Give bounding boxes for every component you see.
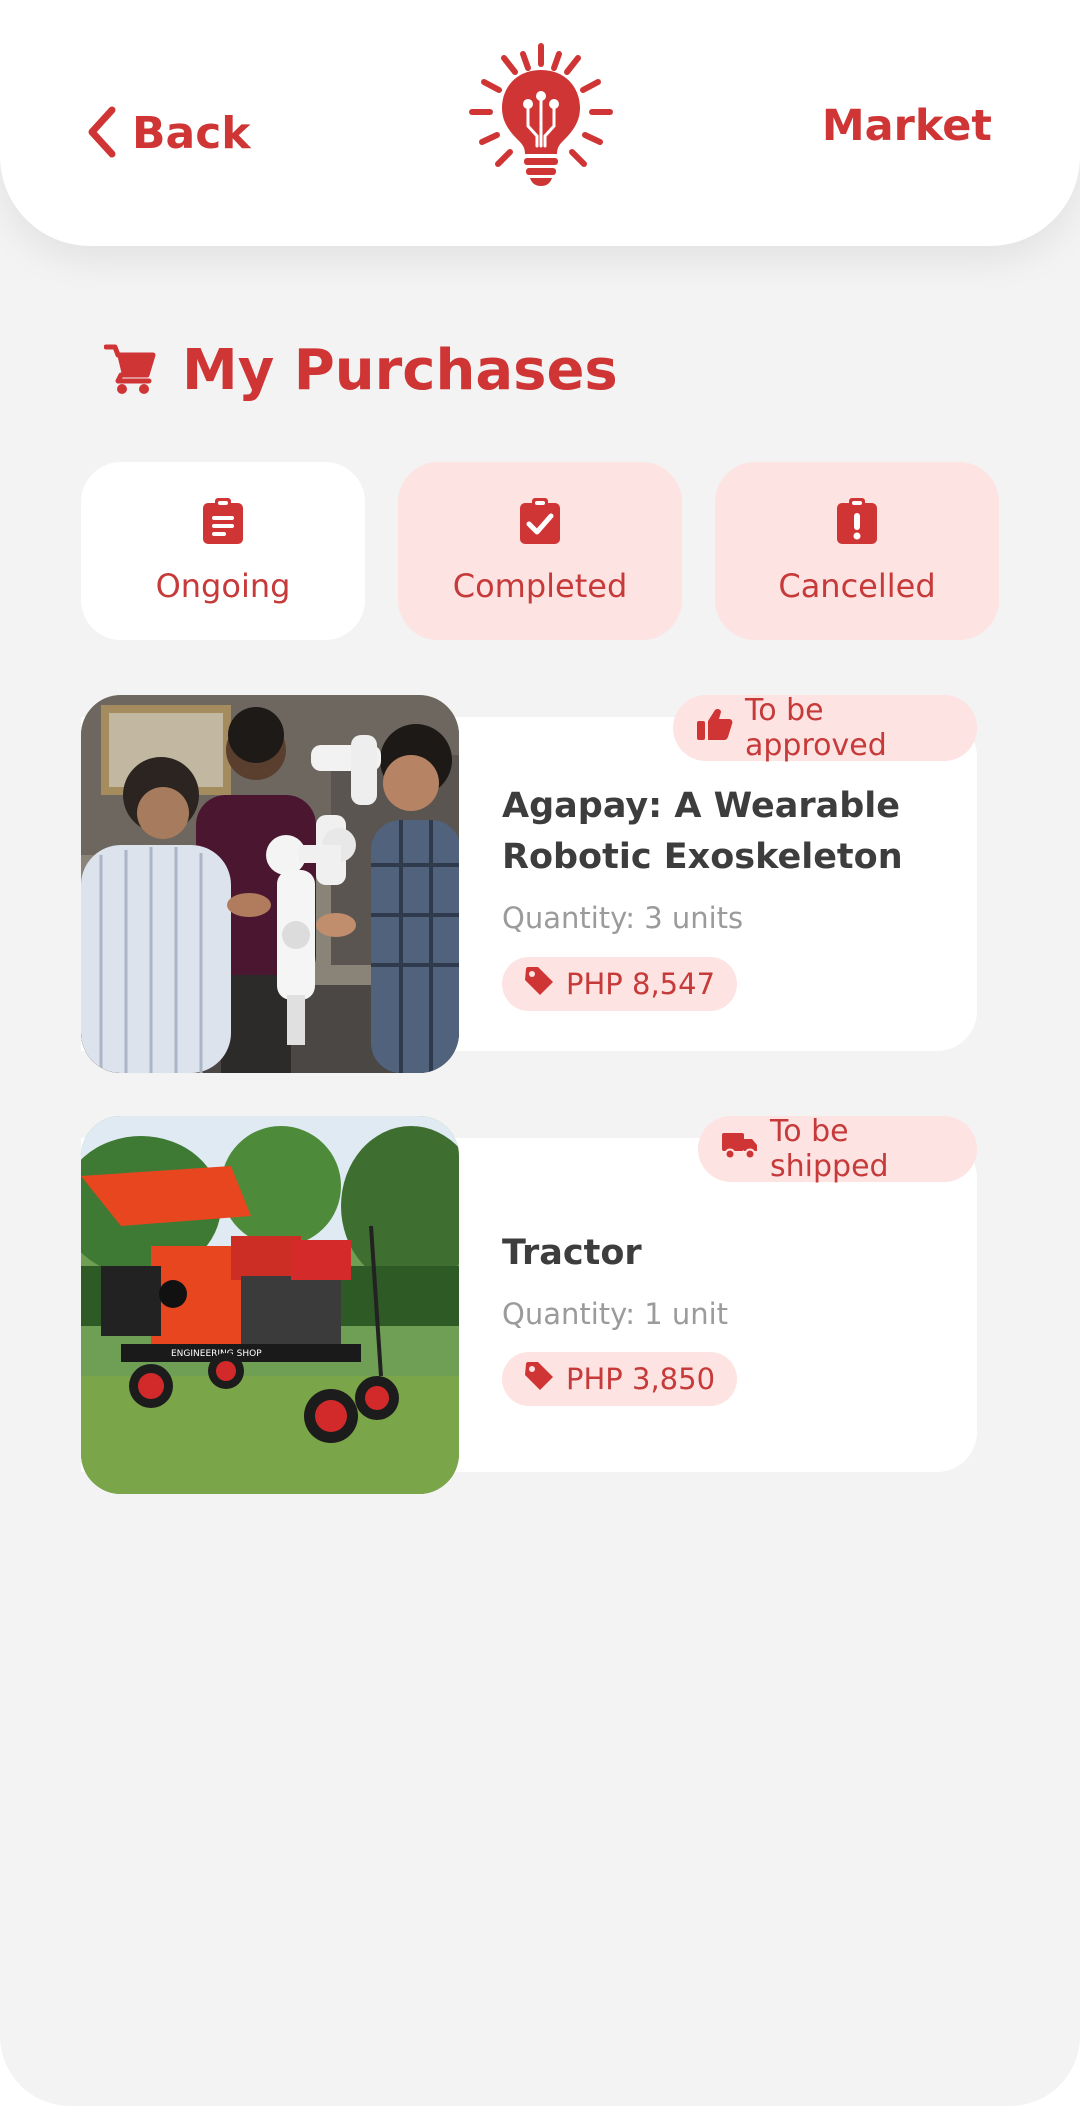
shopping-cart-icon: [103, 343, 156, 399]
product-name: Tractor: [502, 1228, 642, 1279]
status-badge: To be approved: [673, 693, 977, 763]
tab-completed[interactable]: Completed: [398, 462, 682, 640]
product-name: Agapay: A Wearable Robotic Exoskeleton: [502, 781, 903, 883]
clipboard-check-icon: [520, 498, 560, 544]
tab-label: Ongoing: [155, 567, 291, 605]
price-value: PHP 3,850: [566, 1362, 716, 1396]
status-badge: To be shipped: [698, 1114, 977, 1184]
page-title: My Purchases: [182, 338, 618, 403]
clipboard-exclamation-icon: [837, 498, 877, 544]
clipboard-list-icon: [203, 498, 243, 544]
price-pill: PHP 3,850: [502, 1352, 738, 1406]
product-name-line: Agapay: A Wearable: [502, 786, 901, 826]
thumbs-up-icon: [697, 708, 733, 748]
app-screen: Back Market My Purchases Ongoing Complet…: [0, 0, 1080, 2106]
product-image-robotic-exoskeleton[interactable]: [81, 695, 459, 1073]
market-link[interactable]: Market: [822, 96, 992, 156]
status-label: To be shipped: [770, 1114, 889, 1184]
page-title-row: My Purchases: [103, 336, 618, 406]
price-pill: PHP 8,547: [502, 957, 738, 1011]
product-name-line: Robotic Exoskeleton: [502, 837, 903, 877]
product-image-tractor[interactable]: ENGINEERING SHOP: [81, 1116, 459, 1494]
purchase-card[interactable]: ENGINEERING SHOP To be shipped Tractor Q…: [81, 1114, 977, 1494]
chevron-left-icon: [86, 106, 118, 162]
truck-icon: [722, 1131, 758, 1167]
circuit-lightbulb-logo[interactable]: [468, 42, 614, 188]
tab-cancelled[interactable]: Cancelled: [715, 462, 999, 640]
quantity-label: Quantity: 1 unit: [502, 1297, 729, 1331]
top-bar: Back Market: [0, 0, 1080, 246]
tab-label: Cancelled: [778, 567, 936, 605]
status-label: To be approved: [745, 693, 887, 763]
price-tag-icon: [524, 1361, 554, 1398]
tab-ongoing[interactable]: Ongoing: [81, 462, 365, 640]
product-name-line: Tractor: [502, 1233, 642, 1273]
back-button[interactable]: Back: [86, 104, 251, 164]
purchase-card[interactable]: To be approved Agapay: A Wearable Roboti…: [81, 693, 977, 1073]
tab-label: Completed: [452, 567, 628, 605]
quantity-label: Quantity: 3 units: [502, 901, 744, 935]
price-value: PHP 8,547: [566, 967, 716, 1001]
price-tag-icon: [524, 966, 554, 1003]
back-label: Back: [132, 108, 251, 159]
